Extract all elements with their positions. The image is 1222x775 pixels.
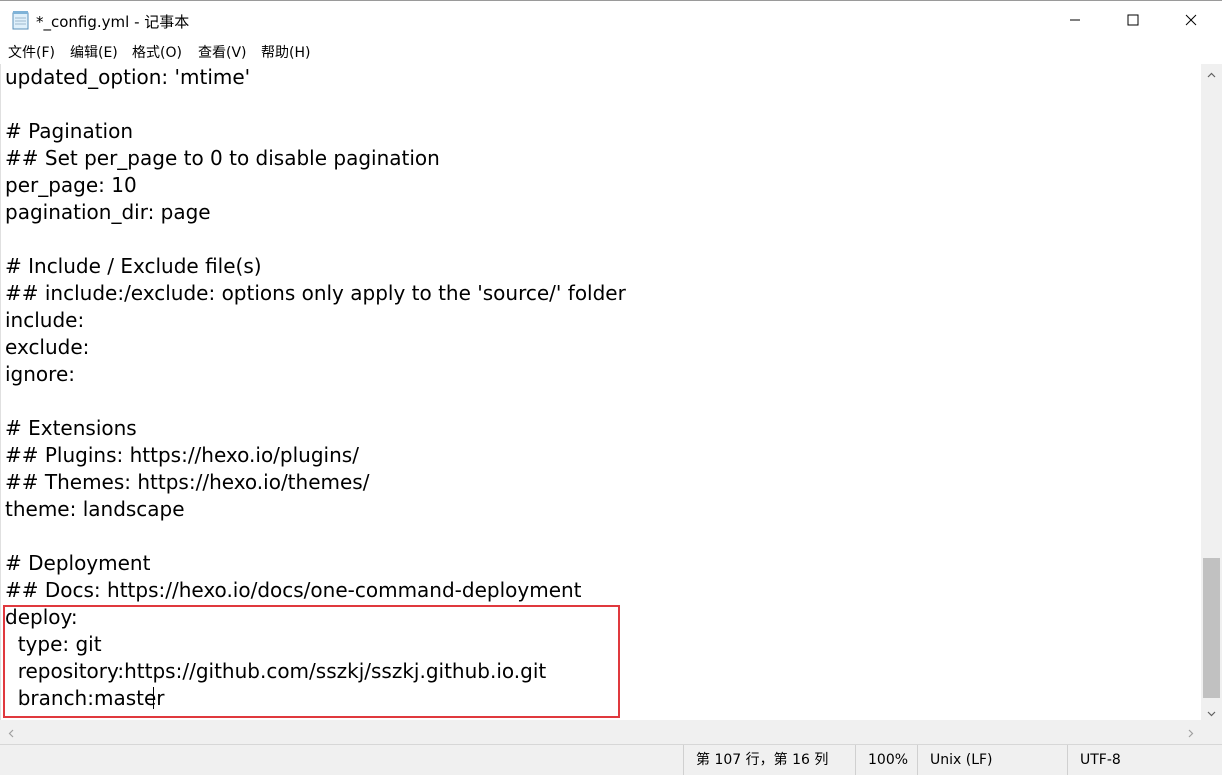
- editor-line[interactable]: ## Plugins: https://hexo.io/plugins/: [5, 442, 359, 469]
- editor-line[interactable]: exclude:: [5, 334, 89, 361]
- menu-help[interactable]: 帮助(H): [261, 42, 310, 62]
- chevron-up-icon: [1207, 63, 1216, 82]
- chevron-left-icon: [8, 723, 14, 742]
- notepad-icon: [12, 10, 30, 30]
- editor-line[interactable]: per_page: 10: [5, 172, 137, 199]
- encoding: UTF-8: [1067, 745, 1222, 775]
- menu-edit[interactable]: 编辑(E): [70, 42, 118, 62]
- vertical-scrollbar[interactable]: [1201, 64, 1222, 720]
- close-button[interactable]: [1162, 1, 1220, 39]
- chevron-down-icon: [1207, 702, 1216, 721]
- editor-line[interactable]: # Include / Exclude file(s): [5, 253, 262, 280]
- editor-line[interactable]: ignore:: [5, 361, 75, 388]
- scroll-left-button[interactable]: [2, 720, 19, 744]
- vertical-scroll-thumb[interactable]: [1203, 558, 1220, 698]
- scroll-right-button[interactable]: [1182, 720, 1199, 744]
- maximize-button[interactable]: [1104, 1, 1162, 39]
- editor-line[interactable]: ## Set per_page to 0 to disable paginati…: [5, 145, 440, 172]
- editor-line[interactable]: pagination_dir: page: [5, 199, 211, 226]
- maximize-icon: [1127, 11, 1139, 30]
- editor-line[interactable]: include:: [5, 307, 84, 334]
- cursor-position: 第 107 行，第 16 列: [683, 745, 855, 775]
- minimize-icon: [1069, 11, 1081, 30]
- window-title: *_config.yml - 记事本: [36, 13, 190, 31]
- chevron-right-icon: [1188, 723, 1194, 742]
- editor-line[interactable]: theme: landscape: [5, 496, 185, 523]
- horizontal-scrollbar[interactable]: [0, 720, 1201, 744]
- highlight-box: [3, 605, 620, 718]
- title-bar[interactable]: *_config.yml - 记事本: [0, 0, 1222, 38]
- menu-bar: 文件(F) 编辑(E) 格式(O) 查看(V) 帮助(H): [0, 38, 1222, 64]
- close-icon: [1185, 11, 1197, 30]
- editor-line[interactable]: ## Docs: https://hexo.io/docs/one-comman…: [5, 577, 582, 604]
- editor-line[interactable]: updated_option: 'mtime': [5, 64, 250, 91]
- scroll-up-button[interactable]: [1201, 64, 1222, 81]
- menu-format[interactable]: 格式(O): [132, 42, 182, 62]
- zoom-level: 100%: [855, 745, 917, 775]
- menu-file[interactable]: 文件(F): [8, 42, 55, 62]
- status-bar: 第 107 行，第 16 列 100% Unix (LF) UTF-8: [0, 744, 1222, 775]
- scrollbar-corner: [1201, 720, 1222, 744]
- menu-view[interactable]: 查看(V): [198, 42, 247, 62]
- minimize-button[interactable]: [1046, 1, 1104, 39]
- editor-line[interactable]: # Deployment: [5, 550, 150, 577]
- scroll-down-button[interactable]: [1201, 703, 1222, 720]
- editor-line[interactable]: ## include:/exclude: options only apply …: [5, 280, 626, 307]
- editor-line[interactable]: # Pagination: [5, 118, 133, 145]
- editor-line[interactable]: # Extensions: [5, 415, 137, 442]
- editor-line[interactable]: ## Themes: https://hexo.io/themes/: [5, 469, 369, 496]
- line-ending: Unix (LF): [917, 745, 1067, 775]
- text-editor[interactable]: updated_option: 'mtime' # Pagination ## …: [0, 64, 1201, 720]
